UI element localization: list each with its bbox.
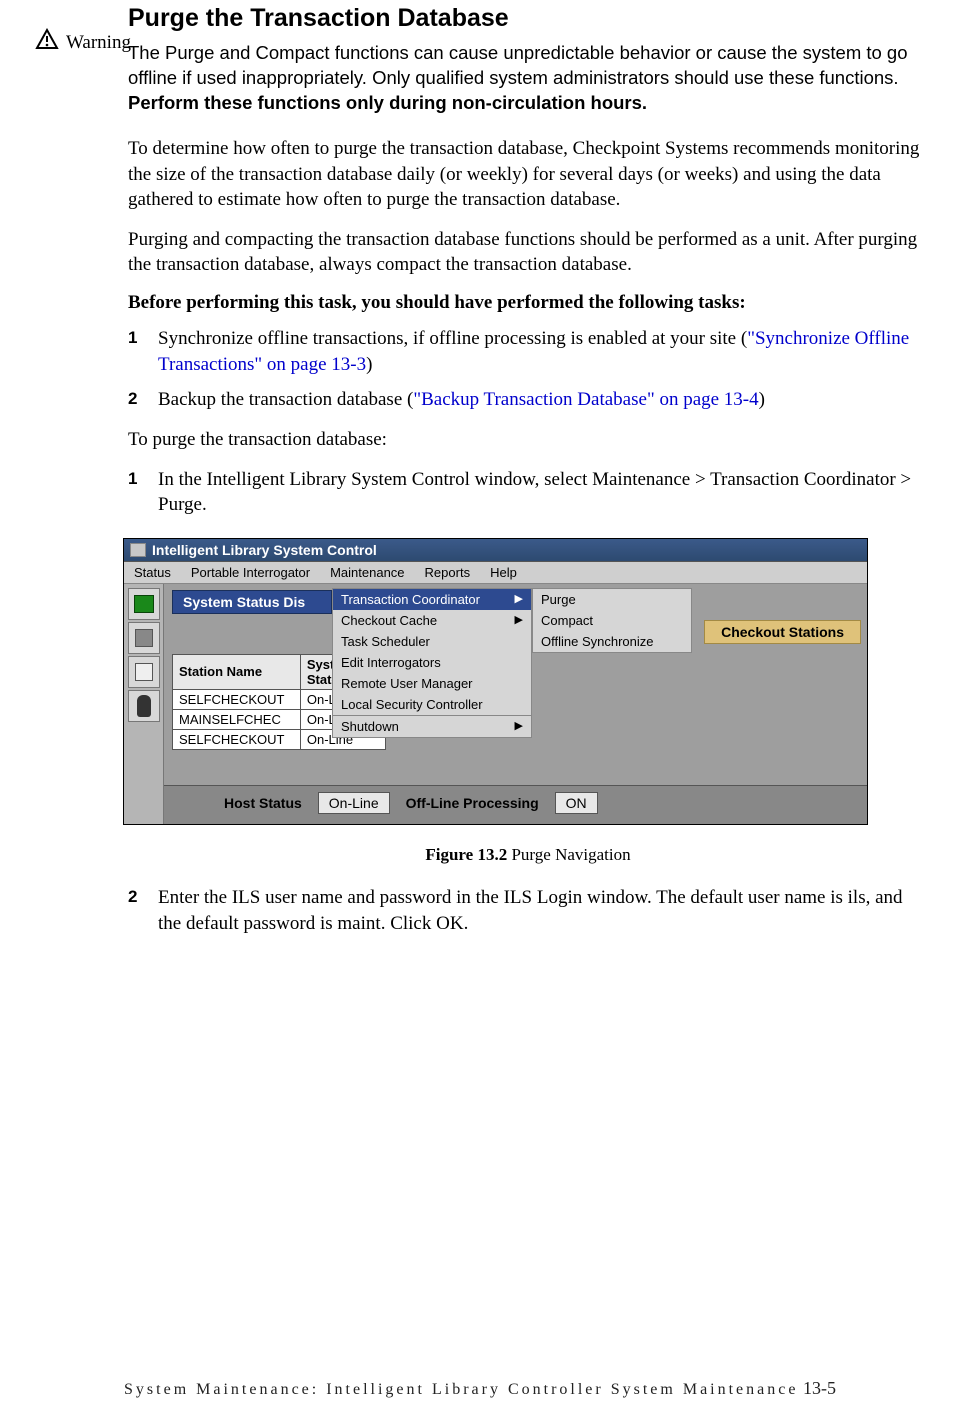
step-2-number: 2	[128, 885, 158, 936]
step-2-ok-button-ref: OK	[436, 913, 463, 934]
prereq-item-2-text: Backup the transaction database (	[158, 389, 413, 410]
step-2-text-g: .	[464, 913, 469, 934]
ss-title: Intelligent Library System Control	[152, 542, 377, 558]
ss-menu-shutdown[interactable]: Shutdown▶	[333, 715, 531, 737]
ss-offline-processing-label: Off-Line Processing	[406, 795, 539, 811]
steps-list-2: 2 Enter the ILS user name and password i…	[128, 885, 928, 936]
ss-titlebar: Intelligent Library System Control	[124, 539, 867, 562]
ss-sidebar	[124, 584, 164, 824]
ss-offline-processing-value: ON	[555, 792, 598, 814]
step-2-text-e: . Click	[381, 913, 436, 934]
chevron-right-icon: ▶	[515, 719, 523, 734]
ss-menu-help[interactable]: Help	[490, 565, 517, 580]
ss-menubar: Status Portable Interrogator Maintenance…	[124, 562, 867, 584]
warning-paragraph: The Purge and Compact functions can caus…	[128, 41, 928, 116]
ss-host-status-value: On-Line	[318, 792, 390, 814]
figure-caption-number: Figure 13.2	[425, 845, 507, 864]
step-2: 2 Enter the ILS user name and password i…	[128, 885, 928, 936]
step-2-password: maint	[337, 913, 380, 934]
ss-menu-local-security-controller[interactable]: Local Security Controller	[333, 694, 531, 715]
ss-menu-edit-interrogators[interactable]: Edit Interrogators	[333, 652, 531, 673]
ss-menu-portable-interrogator[interactable]: Portable Interrogator	[191, 565, 310, 580]
ss-menu-reports[interactable]: Reports	[425, 565, 471, 580]
chevron-right-icon: ▶	[515, 592, 523, 607]
warning-text-b: Perform these functions only during non-…	[128, 92, 647, 113]
ss-body: System Status Dis Transaction Coordinato…	[124, 584, 867, 824]
screenshot: Intelligent Library System Control Statu…	[123, 538, 868, 825]
ss-sidebar-link-icon[interactable]	[128, 622, 160, 654]
page-footer: System Maintenance: Intelligent Library …	[0, 1378, 960, 1399]
ss-host-status-bar: Host Status On-Line Off-Line Processing …	[164, 785, 867, 824]
warning-label: Warning	[66, 32, 131, 54]
ss-submenu-compact[interactable]: Compact	[533, 610, 691, 631]
step-1-text-a: In the Intelligent Library System Contro…	[158, 469, 592, 490]
paragraph-3: To purge the transaction database:	[128, 427, 928, 453]
ss-submenu-purge[interactable]: Purge	[533, 589, 691, 610]
ss-submenu-offline-synchronize[interactable]: Offline Synchronize	[533, 631, 691, 652]
prereq-item-1: 1 Synchronize offline transactions, if o…	[128, 326, 928, 377]
ss-menu-status[interactable]: Status	[134, 565, 171, 580]
prereq-item-2-close: )	[759, 389, 765, 410]
paragraph-2: Purging and compacting the transaction d…	[128, 227, 928, 278]
prereq-item-1-text: Synchronize offline transactions, if off…	[158, 328, 747, 349]
figure-caption: Figure 13.2 Purge Navigation	[128, 845, 928, 865]
chevron-right-icon: ▶	[515, 613, 523, 628]
footer-breadcrumb: System Maintenance: Intelligent Library …	[124, 1381, 798, 1398]
ss-menu-transaction-coordinator[interactable]: Transaction Coordinator▶	[333, 589, 531, 610]
footer-page-number: 13-5	[798, 1378, 836, 1398]
step-1-text-c: .	[202, 494, 207, 515]
ss-sidebar-person-icon[interactable]	[128, 690, 160, 722]
paragraph-1: To determine how often to purge the tran…	[128, 136, 928, 213]
ss-system-status-label: System Status Dis	[172, 590, 332, 614]
prereq-item-1-number: 1	[128, 326, 158, 377]
ss-sidebar-book-icon[interactable]	[128, 656, 160, 688]
page-heading: Purge the Transaction Database	[128, 4, 928, 33]
prereq-item-2: 2 Backup the transaction database ("Back…	[128, 387, 928, 413]
step-1-number: 1	[128, 467, 158, 518]
ss-host-status-label: Host Status	[224, 795, 302, 811]
ss-main: System Status Dis Transaction Coordinato…	[164, 584, 867, 824]
ss-menu-remote-user-manager[interactable]: Remote User Manager	[333, 673, 531, 694]
prereq-item-1-close: )	[366, 354, 372, 375]
figure-caption-text: Purge Navigation	[507, 845, 630, 864]
ss-maintenance-dropdown: Transaction Coordinator▶ Checkout Cache▶…	[332, 588, 532, 738]
ss-app-icon	[130, 543, 146, 557]
step-2-username: ils	[848, 887, 866, 908]
prereq-item-2-number: 2	[128, 387, 158, 413]
ss-menu-maintenance[interactable]: Maintenance	[330, 565, 404, 580]
warning-text-a: The Purge and Compact functions can caus…	[128, 42, 908, 88]
ss-th-station-name: Station Name	[173, 654, 301, 689]
prereq-list: 1 Synchronize offline transactions, if o…	[128, 326, 928, 413]
prereq-item-2-link[interactable]: "Backup Transaction Database" on page 13…	[413, 389, 758, 410]
figure-wrap: Intelligent Library System Control Statu…	[123, 538, 928, 825]
ss-transaction-submenu: Purge Compact Offline Synchronize	[532, 588, 692, 653]
ss-menu-task-scheduler[interactable]: Task Scheduler	[333, 631, 531, 652]
prereq-heading: Before performing this task, you should …	[128, 292, 928, 314]
ss-menu-checkout-cache[interactable]: Checkout Cache▶	[333, 610, 531, 631]
ss-sidebar-status-icon[interactable]	[128, 588, 160, 620]
step-2-text-a: Enter the ILS user name and password in …	[158, 887, 848, 908]
warning-callout: Warning	[34, 28, 131, 58]
warning-icon	[34, 28, 60, 58]
steps-list-1: 1 In the Intelligent Library System Cont…	[128, 467, 928, 518]
ss-checkout-stations-header: Checkout Stations	[704, 620, 861, 644]
step-1: 1 In the Intelligent Library System Cont…	[128, 467, 928, 518]
